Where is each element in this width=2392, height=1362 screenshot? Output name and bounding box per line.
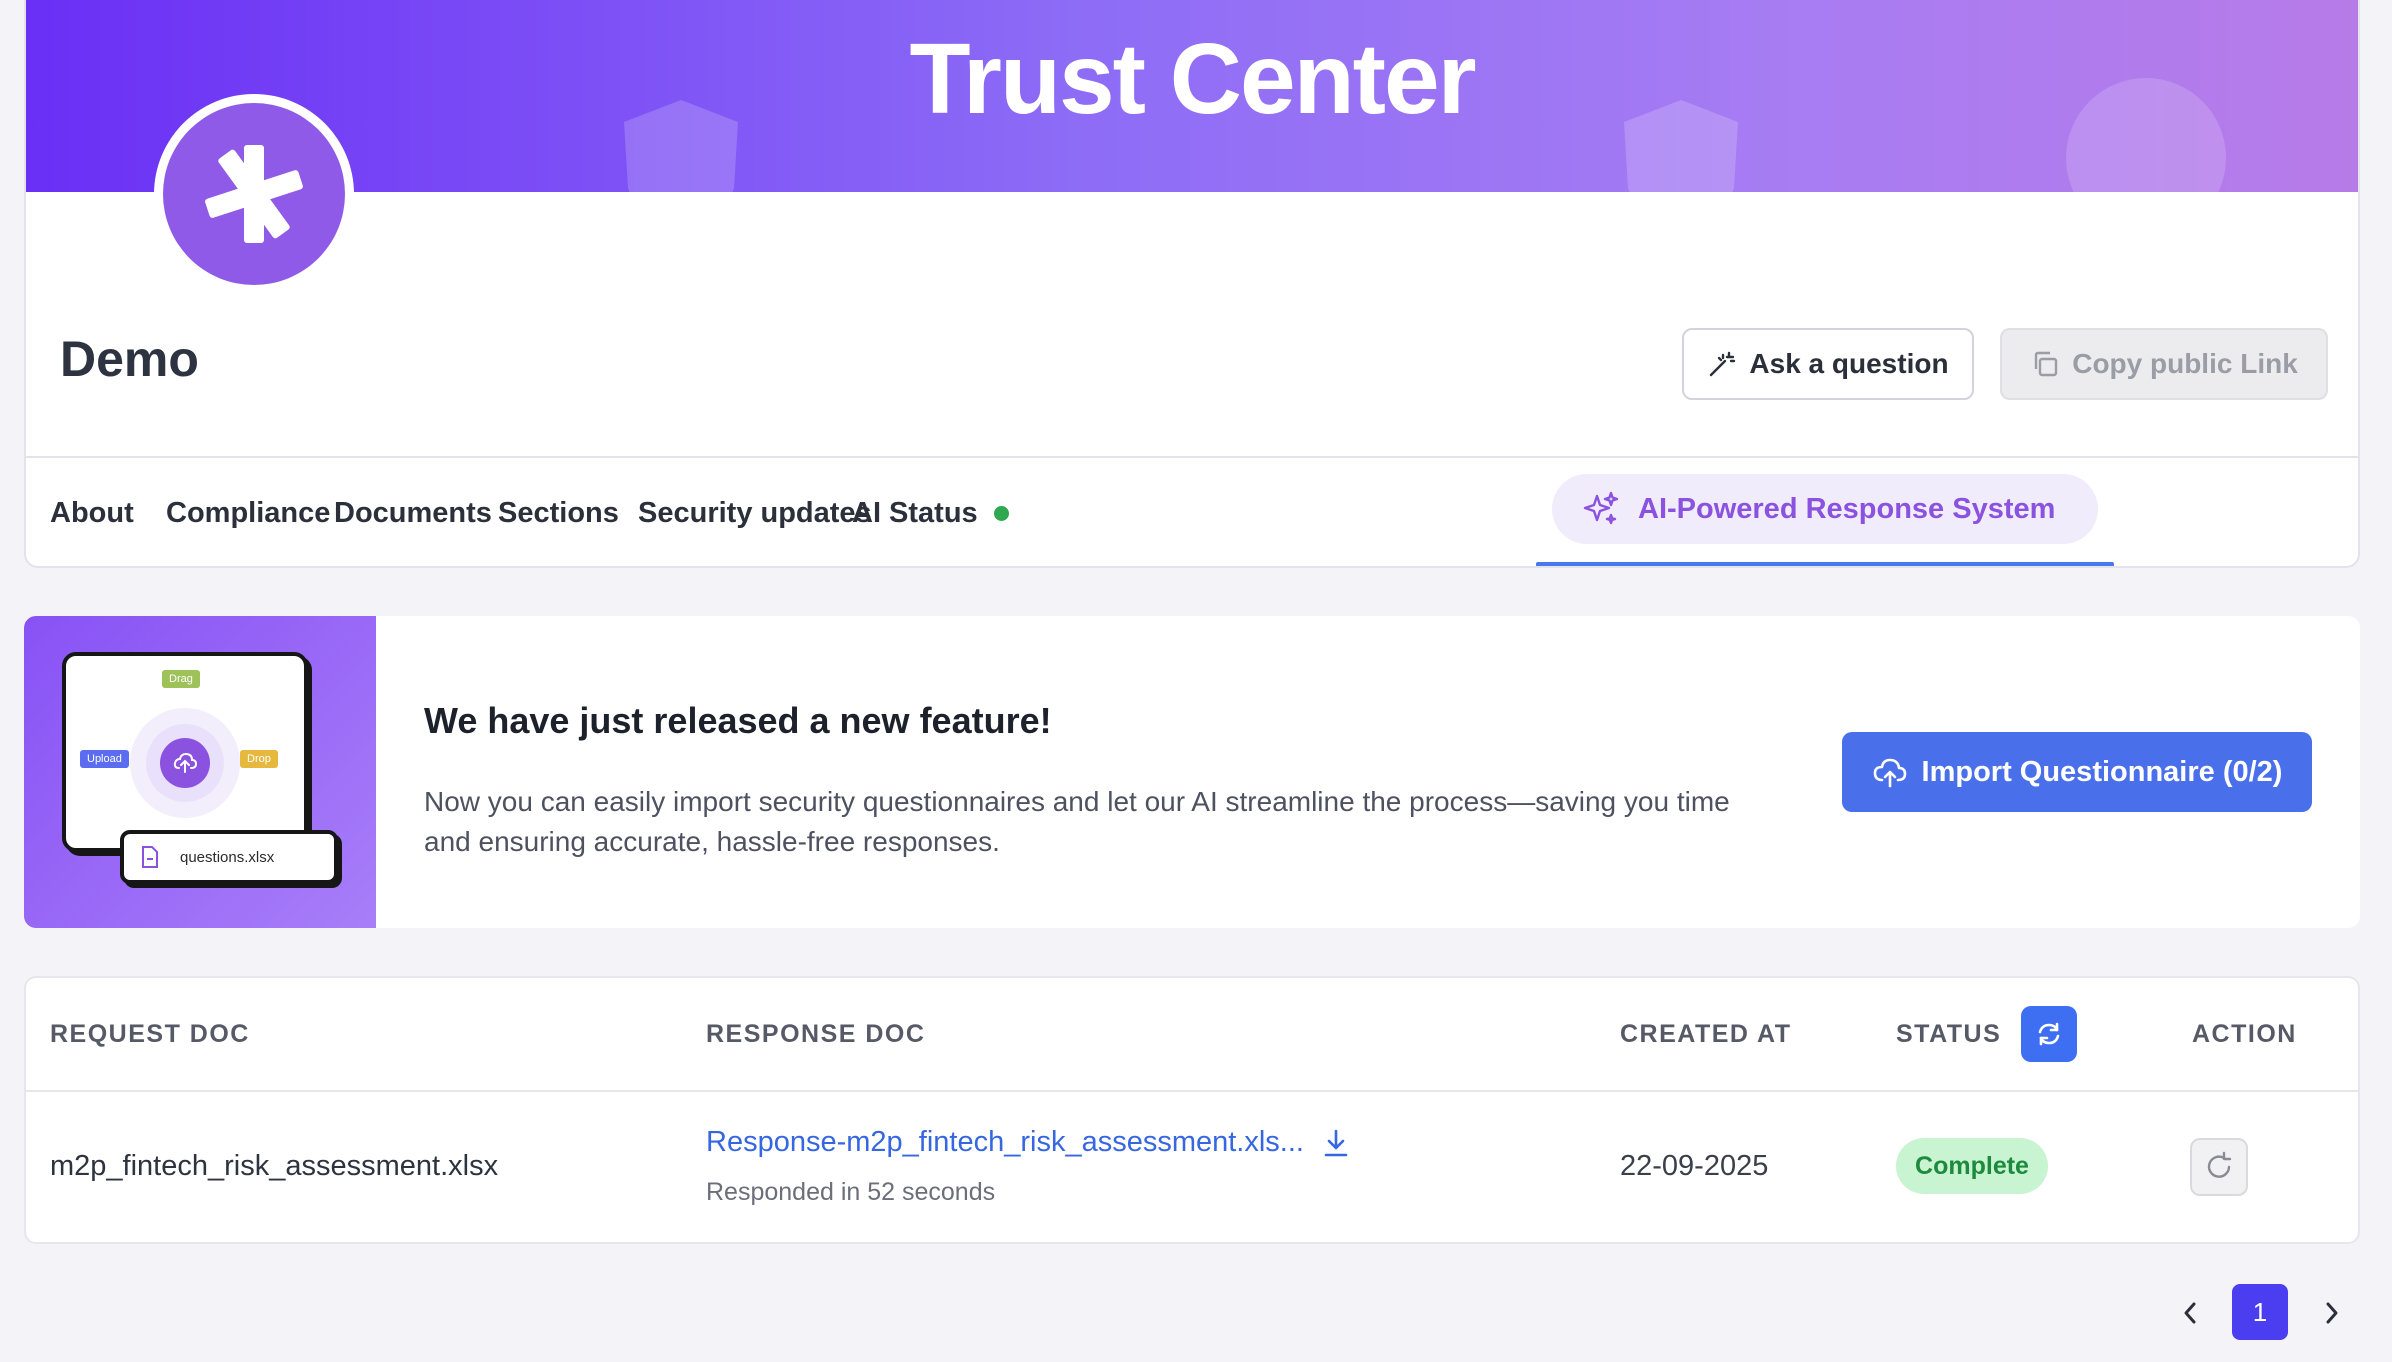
- status-dot: [993, 505, 1009, 521]
- status-badge: Complete: [1896, 1138, 2048, 1194]
- response-doc-link[interactable]: Response-m2p_fintech_risk_assessment.xls…: [706, 1126, 1304, 1159]
- avatar: [154, 94, 354, 294]
- import-questionnaire-button[interactable]: Import Questionnaire (0/2): [1842, 732, 2312, 812]
- tab-sections[interactable]: Sections: [498, 458, 619, 566]
- tab-compliance[interactable]: Compliance: [166, 458, 330, 566]
- request-doc-cell: m2p_fintech_risk_assessment.xlsx: [50, 1150, 499, 1182]
- refresh-icon: [2038, 1022, 2060, 1046]
- questionnaire-table: REQUEST DOC RESPONSE DOC CREATED AT STAT…: [24, 976, 2360, 1244]
- file-chip-label: questions.xlsx: [180, 848, 275, 866]
- tab-about[interactable]: About: [50, 458, 134, 566]
- upload-tag: Upload: [80, 750, 129, 768]
- file-icon: [142, 846, 158, 868]
- tab-bar: About Compliance Documents Sections Secu…: [26, 456, 2358, 566]
- copy-icon: [2035, 351, 2058, 377]
- ask-question-button[interactable]: Ask a question: [1682, 328, 1974, 400]
- feature-title: We have just released a new feature!: [424, 700, 1052, 741]
- pagination-page-1[interactable]: 1: [2232, 1284, 2288, 1340]
- copy-public-link-button[interactable]: Copy public Link: [2000, 328, 2328, 400]
- created-at-cell: 22-09-2025: [1620, 1150, 1769, 1182]
- feature-description: Now you can easily import security quest…: [424, 786, 1730, 857]
- file-chip: questions.xlsx: [120, 830, 338, 884]
- ask-question-label: Ask a question: [1749, 348, 1949, 379]
- header-status: STATUS: [1896, 978, 2078, 1090]
- response-doc-cell: Response-m2p_fintech_risk_assessment.xls…: [706, 1126, 1350, 1159]
- banner-title: Trust Center: [909, 23, 1476, 135]
- cloud-upload-icon: [1873, 758, 1906, 788]
- asterisk-logo-icon: [163, 103, 345, 285]
- header-divider: [26, 1090, 2358, 1092]
- tab-ai-powered-response-system[interactable]: AI-Powered Response System: [1552, 474, 2098, 544]
- profile-card: DPDPA GDPR Trust Center Demo Ask a quest…: [24, 0, 2360, 568]
- banner: DPDPA GDPR Trust Center: [26, 0, 2358, 192]
- org-name: Demo: [60, 331, 199, 387]
- feature-announcement-card: Drag Upload Drop questions.xlsx We have …: [24, 616, 2360, 928]
- pagination-prev-button[interactable]: [2170, 1290, 2210, 1336]
- tab-ai-status[interactable]: AI Status: [852, 458, 1009, 566]
- chevron-left-icon: [2184, 1302, 2196, 1324]
- refresh-icon: [2207, 1151, 2232, 1178]
- header-status-label: STATUS: [1896, 1019, 2002, 1048]
- tab-security-updates[interactable]: Security updates: [638, 458, 872, 566]
- chevron-right-icon: [2326, 1302, 2338, 1324]
- header-response-doc: RESPONSE DOC: [706, 1019, 926, 1048]
- magic-wand-icon: [1710, 351, 1736, 377]
- tab-documents[interactable]: Documents: [334, 458, 492, 566]
- drop-tag: Drop: [240, 750, 278, 768]
- device-illustration: Drag Upload Drop: [62, 652, 308, 852]
- active-tab-indicator: [1536, 562, 2114, 566]
- responded-time: Responded in 52 seconds: [706, 1178, 996, 1206]
- drag-tag: Drag: [162, 670, 200, 688]
- feature-illustration: Drag Upload Drop questions.xlsx: [24, 616, 376, 928]
- sparkles-icon: [1583, 491, 1619, 525]
- header-action: ACTION: [2192, 1019, 2297, 1048]
- header-request-doc: REQUEST DOC: [50, 1019, 250, 1048]
- regenerate-button[interactable]: [2190, 1138, 2248, 1196]
- import-questionnaire-label: Import Questionnaire (0/2): [1921, 755, 2283, 788]
- header-created-at: CREATED AT: [1620, 1019, 1792, 1048]
- cloud-upload-icon: [160, 738, 210, 788]
- download-icon[interactable]: [1322, 1128, 1350, 1158]
- pagination-next-button[interactable]: [2312, 1290, 2352, 1336]
- refresh-status-button[interactable]: [2021, 1006, 2078, 1062]
- copy-public-link-label: Copy public Link: [2072, 348, 2298, 379]
